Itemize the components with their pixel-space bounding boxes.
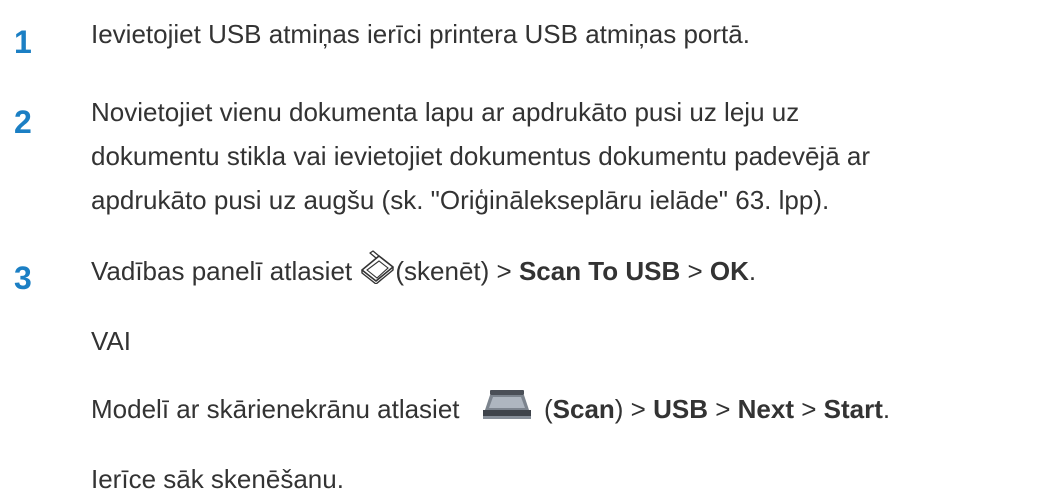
scan-to-usb-option: Scan To USB bbox=[518, 256, 681, 286]
step-number-1: 1 bbox=[14, 24, 32, 60]
step-3-line-2: Modelī ar skārienekrānu atlasiet (Scan) … bbox=[91, 385, 891, 427]
ok-option: OK bbox=[709, 256, 749, 286]
step-2-line-2: dokumentu stikla vai ievietojiet dokumen… bbox=[91, 141, 871, 171]
scanner-flatbed-icon bbox=[359, 250, 395, 285]
step-2-line-3: apdrukāto pusi uz augšu (sk. "Oriģinālek… bbox=[91, 185, 830, 215]
start-option: Start bbox=[823, 394, 883, 424]
step-2-line-1: Novietojiet vienu dokumenta lapu ar apdr… bbox=[91, 97, 800, 127]
step-3-line-1: Vadības panelī atlasiet (skenēt) > Scan … bbox=[91, 250, 757, 287]
step-number-3: 3 bbox=[14, 260, 32, 296]
scan-option: Scan bbox=[552, 394, 615, 424]
step-3-sep-2: > bbox=[794, 394, 824, 424]
step-3-sep-1: > bbox=[708, 394, 738, 424]
step-3-end: . bbox=[748, 256, 757, 286]
step-3-open-paren: ( bbox=[536, 394, 553, 424]
step-3-close-paren: ) > bbox=[614, 394, 654, 424]
step-1-text: Ievietojiet USB atmiņas ierīci printera … bbox=[91, 19, 750, 49]
result-text: Ierīce sāk skenēšanu. bbox=[91, 464, 344, 494]
scan-button-icon bbox=[479, 384, 535, 424]
or-text: VAI bbox=[91, 326, 131, 356]
step-3-line-1-prefix: Vadības panelī atlasiet bbox=[91, 256, 360, 286]
usb-option: USB bbox=[653, 394, 708, 424]
step-3-icon-label: (skenēt) > bbox=[395, 256, 519, 286]
step-3-sep: > bbox=[680, 256, 710, 286]
step-number-2: 2 bbox=[14, 104, 32, 140]
next-option: Next bbox=[737, 394, 794, 424]
step-3-line-2-prefix: Modelī ar skārienekrānu atlasiet bbox=[91, 394, 467, 424]
step-3-line-2-end: . bbox=[882, 394, 891, 424]
